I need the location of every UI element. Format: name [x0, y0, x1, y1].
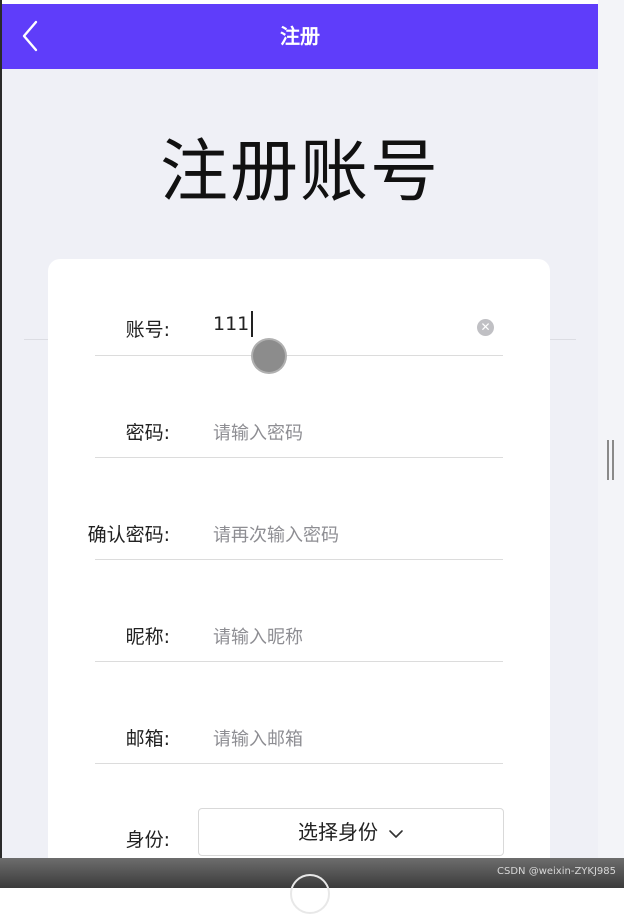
nav-title: 注册 — [280, 24, 320, 48]
register-form-card: 账号: 111 ✕ 密码: 请输入密码 确认密码: 请再次输入密码 昵称: 请输… — [48, 259, 550, 888]
account-label: 账号: — [125, 319, 170, 341]
identity-select-display: 选择身份 — [199, 809, 503, 855]
password-input[interactable]: 请输入密码 — [213, 419, 303, 445]
chevron-left-icon — [22, 20, 38, 52]
identity-select[interactable]: 选择身份 — [198, 808, 504, 856]
confirm-password-underline — [95, 559, 503, 560]
page-heading: 注册账号 — [159, 133, 440, 212]
password-label: 密码: — [125, 422, 170, 444]
account-value: 111 — [213, 313, 250, 335]
account-underline — [95, 355, 503, 356]
email-label: 邮箱: — [125, 728, 170, 750]
nickname-label: 昵称: — [125, 626, 170, 648]
password-field[interactable]: 密码: 请输入密码 — [95, 377, 503, 479]
resize-handle[interactable] — [606, 440, 615, 480]
home-button[interactable] — [290, 874, 330, 914]
email-input[interactable]: 请输入邮箱 — [213, 725, 303, 751]
back-button[interactable] — [12, 16, 48, 56]
watermark: CSDN @weixin-ZYKJ985 — [497, 866, 616, 877]
clear-icon[interactable]: ✕ — [477, 319, 494, 336]
confirm-password-field[interactable]: 确认密码: 请再次输入密码 — [88, 479, 503, 581]
email-underline — [95, 763, 503, 764]
confirm-password-input[interactable]: 请再次输入密码 — [213, 521, 339, 547]
chevron-down-icon — [389, 829, 403, 838]
confirm-password-label: 确认密码: — [87, 524, 170, 546]
screen: 注册 注册账号 账号: 111 ✕ 密码: 请输入密码 确认密码: 请再次输入密… — [0, 0, 624, 914]
nickname-underline — [95, 661, 503, 662]
identity-select-text: 选择身份 — [298, 820, 378, 844]
resize-handle-bar-1 — [607, 440, 609, 480]
password-underline — [95, 457, 503, 458]
nickname-input[interactable]: 请输入昵称 — [213, 623, 303, 649]
text-caret — [251, 311, 254, 337]
resize-handle-bar-2 — [612, 440, 614, 480]
navbar: 注册 — [2, 4, 598, 69]
touch-indicator — [253, 340, 285, 372]
account-input[interactable]: 111 — [213, 311, 254, 337]
phone-screen: 注册 注册账号 账号: 111 ✕ 密码: 请输入密码 确认密码: 请再次输入密… — [2, 4, 598, 888]
email-field[interactable]: 邮箱: 请输入邮箱 — [95, 683, 503, 785]
account-field[interactable]: 账号: 111 ✕ — [95, 275, 503, 377]
nickname-field[interactable]: 昵称: 请输入昵称 — [95, 581, 503, 683]
identity-label: 身份: — [125, 829, 170, 851]
